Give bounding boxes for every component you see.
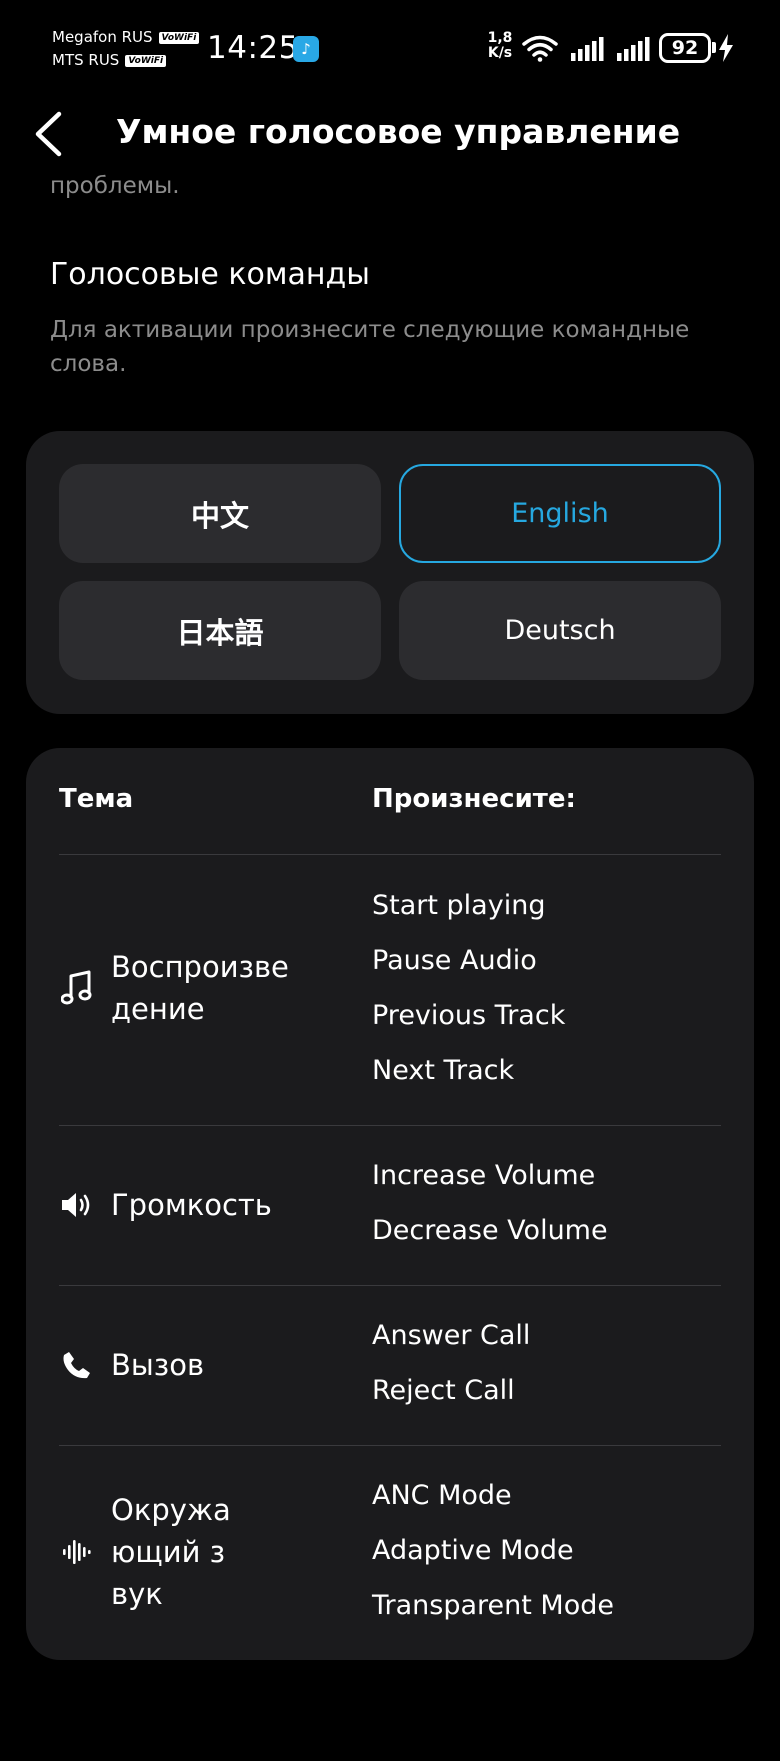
status-bar: Megafon RUS VoWiFi MTS RUS VoWiFi 14:25 … [0, 0, 780, 96]
command-item: Pause Audio [372, 945, 537, 976]
signal-strength-icon-2 [617, 37, 650, 61]
speaker-icon [59, 1187, 95, 1223]
language-selector-card: 中文 English 日本語 Deutsch [26, 431, 754, 714]
topic-label-playback: Воспроизведение [111, 950, 289, 1026]
topic-call: Вызов [59, 1344, 311, 1386]
clipped-description-text: проблемы. [50, 173, 180, 199]
table-divider [59, 1125, 721, 1126]
language-button-english[interactable]: English [399, 464, 721, 563]
command-list-volume: Increase Volume Decrease Volume [372, 1148, 608, 1258]
command-item: Start playing [372, 890, 546, 921]
voice-commands-title: Голосовые команды [50, 257, 370, 292]
wifi-icon [522, 35, 558, 62]
command-item: Adaptive Mode [372, 1535, 574, 1566]
vowifi-badge-1: VoWiFi [158, 31, 200, 44]
chevron-left-icon [35, 111, 62, 157]
table-divider [59, 854, 721, 855]
network-speed: 1,8 K/s [484, 31, 516, 61]
command-item: Increase Volume [372, 1160, 596, 1191]
music-note-icon [59, 970, 95, 1006]
language-button-japanese[interactable]: 日本語 [59, 581, 381, 680]
carrier-1-name: Megafon RUS [52, 28, 153, 46]
command-list-playback: Start playing Pause Audio Previous Track… [372, 878, 565, 1098]
carriers: Megafon RUS VoWiFi MTS RUS VoWiFi [52, 26, 200, 72]
command-item: Transparent Mode [372, 1590, 614, 1621]
phone-icon [59, 1347, 95, 1383]
command-list-call: Answer Call Reject Call [372, 1308, 530, 1418]
sound-wave-icon [59, 1534, 95, 1570]
network-speed-value: 1,8 [487, 30, 513, 46]
voice-commands-description: Для активации произнесите следующие кома… [50, 317, 690, 377]
vowifi-badge-2: VoWiFi [125, 54, 167, 67]
network-speed-unit: K/s [487, 45, 513, 61]
carrier-2-name: MTS RUS [52, 51, 120, 69]
command-list-ambient-sound: ANC Mode Adaptive Mode Transparent Mode [372, 1468, 614, 1633]
command-item: ANC Mode [372, 1480, 512, 1511]
topic-volume: Громкость [59, 1184, 311, 1226]
back-button[interactable] [28, 106, 78, 162]
table-header-say: Произнесите: [372, 784, 576, 814]
command-item: Next Track [372, 1055, 515, 1086]
command-item: Answer Call [372, 1320, 531, 1351]
screen: Megafon RUS VoWiFi MTS RUS VoWiFi 14:25 … [0, 0, 780, 1761]
command-item: Decrease Volume [372, 1215, 608, 1246]
command-item: Previous Track [372, 1000, 566, 1031]
music-note-app-icon: ♪ [293, 36, 319, 62]
commands-table: Тема Произнесите: Воспроизведение Start … [26, 748, 754, 1660]
signal-strength-icon-1 [571, 37, 604, 61]
topic-ambient-sound: Окружающий звук [59, 1489, 236, 1615]
table-header-topic: Тема [59, 784, 134, 814]
battery-tip [712, 42, 716, 53]
topic-playback: Воспроизведение [59, 946, 293, 1030]
battery-indicator: 92 [659, 33, 711, 63]
table-divider [59, 1445, 721, 1446]
carrier-row-2: MTS RUS VoWiFi [52, 49, 199, 72]
page-title: Умное голосовое управление [116, 112, 681, 151]
carrier-row-1: Megafon RUS VoWiFi [52, 26, 200, 49]
topic-label-volume: Громкость [111, 1188, 272, 1222]
topic-label-call: Вызов [111, 1348, 205, 1382]
topic-label-ambient-sound: Окружающий звук [111, 1493, 231, 1611]
language-button-chinese[interactable]: 中文 [59, 464, 381, 563]
table-divider [59, 1285, 721, 1286]
charging-bolt-icon [719, 34, 733, 62]
command-item: Reject Call [372, 1375, 515, 1406]
clock: 14:25 [207, 30, 299, 66]
language-button-german[interactable]: Deutsch [399, 581, 721, 680]
